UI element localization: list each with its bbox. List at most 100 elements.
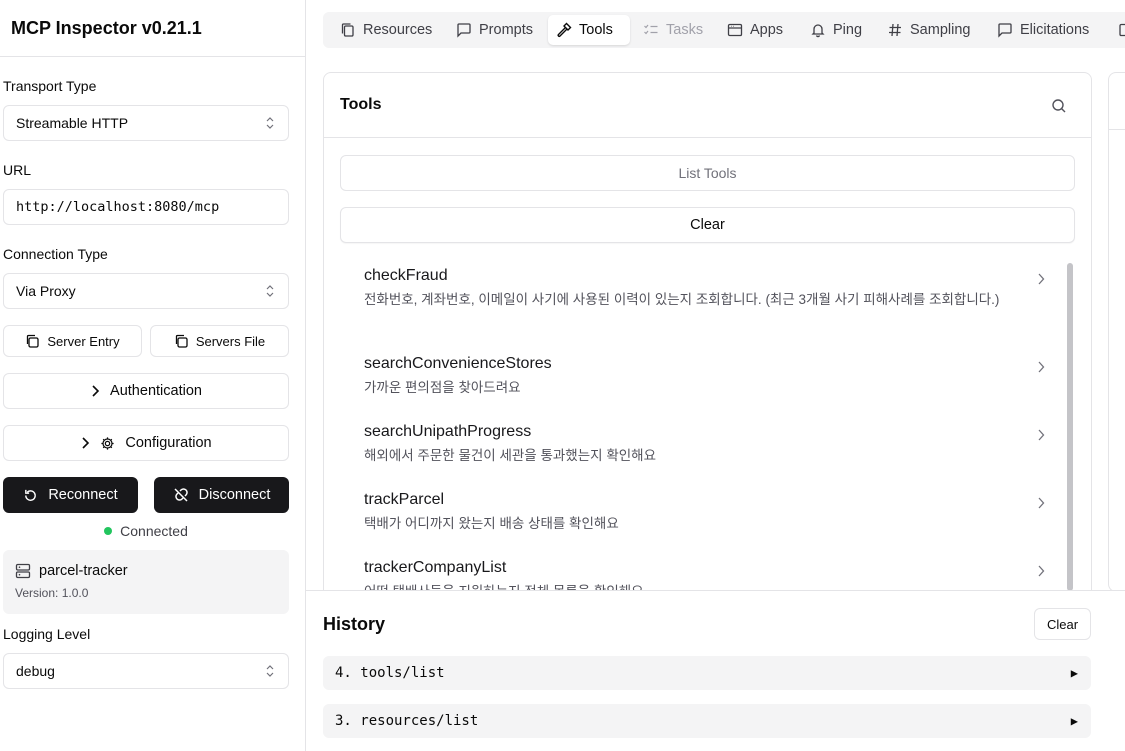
tab-tasks: Tasks	[635, 15, 711, 45]
tool-name: searchConvenienceStores	[364, 355, 552, 372]
bell-icon	[811, 24, 825, 38]
transport-type-select[interactable]: Streamable HTTP	[3, 105, 289, 141]
server-info-card: parcel-tracker Version: 1.0.0	[3, 550, 289, 614]
transport-type-value: Streamable HTTP	[16, 115, 129, 131]
servers-file-button[interactable]: Servers File	[150, 325, 289, 357]
resources-icon	[341, 23, 354, 37]
sidebar: MCP Inspector v0.21.1 Transport Type Str…	[0, 0, 306, 751]
reconnect-button[interactable]: Reconnect	[3, 477, 138, 513]
history-item[interactable]: 4. tools/list ▶	[323, 656, 1091, 690]
reconnect-label: Reconnect	[48, 487, 118, 503]
tool-name: searchUnipathProgress	[364, 423, 532, 440]
server-entry-button[interactable]: Server Entry	[3, 325, 142, 357]
chevron-right-icon	[1038, 429, 1045, 441]
tab-elicitations[interactable]: Elicitations	[989, 15, 1097, 45]
tab-overflow[interactable]	[1109, 15, 1125, 45]
scrollbar-thumb[interactable]	[1067, 263, 1073, 591]
rotate-ccw-icon	[25, 489, 37, 501]
tool-detail-panel	[1108, 72, 1125, 592]
tab-label: Tasks	[666, 22, 704, 38]
history-item-label: 4. tools/list	[335, 665, 445, 681]
clear-history-button[interactable]: Clear	[1034, 608, 1091, 640]
tools-panel: Tools List Tools Clear checkFraud 전화번호, …	[323, 72, 1092, 612]
tab-ping[interactable]: Ping	[802, 15, 870, 45]
tool-item-checkfraud[interactable]: checkFraud 전화번호, 계좌번호, 이메일이 사기에 사용된 이력이 …	[340, 267, 1055, 310]
chevrons-up-down-icon	[266, 285, 274, 297]
history-panel: History Clear 4. tools/list ▶ 3. resourc…	[306, 590, 1125, 751]
chevron-right-icon	[1038, 273, 1045, 285]
tab-label: Prompts	[479, 22, 533, 38]
status-dot	[104, 527, 113, 535]
tab-prompts[interactable]: Prompts	[448, 15, 541, 45]
hash-icon	[889, 23, 901, 37]
tab-tools[interactable]: Tools	[548, 15, 630, 45]
url-label: URL	[3, 162, 32, 178]
list-checks-icon	[644, 24, 658, 35]
tool-name: trackParcel	[364, 491, 445, 508]
chevron-right-icon	[1038, 565, 1045, 577]
server-version: Version: 1.0.0	[15, 586, 89, 600]
list-tools-button[interactable]: List Tools	[340, 155, 1075, 191]
copy-icon	[27, 334, 40, 348]
tool-item-trackparcel[interactable]: trackParcel 택배가 어디까지 왔는지 배송 상태를 확인해요	[340, 491, 1055, 534]
expand-triangle-icon: ▶	[1070, 714, 1078, 728]
chevron-right-icon	[92, 385, 100, 397]
copy-icon	[175, 334, 188, 348]
expand-triangle-icon: ▶	[1070, 666, 1078, 680]
connection-type-value: Via Proxy	[16, 283, 76, 299]
connection-type-label: Connection Type	[3, 246, 108, 262]
history-item[interactable]: 3. resources/list ▶	[323, 704, 1091, 738]
tab-label: Tools	[579, 22, 613, 38]
logging-level-value: debug	[16, 663, 55, 679]
message-square-icon	[998, 23, 1012, 38]
tab-label: Ping	[833, 22, 863, 38]
status-text: Connected	[120, 523, 188, 539]
tool-description: 전화번호, 계좌번호, 이메일이 사기에 사용된 이력이 있는지 조회합니다. …	[364, 292, 1000, 307]
authentication-button[interactable]: Authentication	[3, 373, 289, 409]
tool-description: 택배가 어디까지 왔는지 배송 상태를 확인해요	[364, 516, 619, 531]
tool-detail-header	[1109, 73, 1125, 130]
history-title: History	[323, 614, 386, 634]
tab-label: Sampling	[910, 22, 971, 38]
tool-description: 해외에서 주문한 물건이 세관을 통과했는지 확인해요	[364, 448, 656, 463]
history-item-label: 3. resources/list	[335, 713, 479, 729]
app-window-icon	[727, 23, 743, 37]
app-title: MCP Inspector v0.21.1	[11, 17, 202, 38]
configuration-label: Configuration	[125, 435, 212, 451]
sidebar-header: MCP Inspector v0.21.1	[0, 0, 305, 57]
gear-icon	[101, 436, 114, 450]
url-input[interactable]: http://localhost:8080/mcp	[3, 189, 289, 225]
tools-header: Tools	[324, 73, 1091, 138]
server-entry-label: Server Entry	[47, 333, 120, 349]
logging-level-label: Logging Level	[3, 626, 91, 642]
server-name: parcel-tracker	[39, 563, 128, 579]
connection-type-select[interactable]: Via Proxy	[3, 273, 289, 309]
tool-description: 가까운 편의점을 찾아드려요	[364, 380, 521, 395]
disconnect-button[interactable]: Disconnect	[154, 477, 289, 513]
connection-status: Connected	[3, 523, 289, 539]
configuration-button[interactable]: Configuration	[3, 425, 289, 461]
tools-title: Tools	[340, 96, 382, 113]
chevron-right-icon	[1038, 361, 1045, 373]
tab-sampling[interactable]: Sampling	[879, 15, 978, 45]
search-icon[interactable]	[1051, 98, 1067, 114]
tab-label: Elicitations	[1020, 22, 1090, 38]
tool-list: checkFraud 전화번호, 계좌번호, 이메일이 사기에 사용된 이력이 …	[340, 259, 1075, 591]
authentication-label: Authentication	[110, 383, 202, 399]
clear-tools-button[interactable]: Clear	[340, 207, 1075, 243]
server-icon	[15, 563, 31, 579]
message-square-icon	[457, 23, 471, 38]
tab-label: Apps	[750, 22, 784, 38]
tool-item-searchconveniencestores[interactable]: searchConvenienceStores 가까운 편의점을 찾아드려요	[340, 355, 1055, 398]
chevron-right-icon	[82, 437, 90, 449]
tab-resources[interactable]: Resources	[332, 15, 440, 45]
chevrons-up-down-icon	[266, 665, 274, 677]
tab-apps[interactable]: Apps	[719, 15, 791, 45]
tool-list-scrollbar[interactable]	[1065, 259, 1075, 591]
tool-item-trackercompanylist[interactable]: trackerCompanyList 어떤 택배사들을 지원하는지 전체 목록을…	[340, 559, 1055, 591]
tool-name: checkFraud	[364, 267, 448, 284]
logging-level-select[interactable]: debug	[3, 653, 289, 689]
more-tab-icon	[1119, 23, 1125, 37]
chevron-right-icon	[1038, 497, 1045, 509]
tool-item-searchunipathprogress[interactable]: searchUnipathProgress 해외에서 주문한 물건이 세관을 통…	[340, 423, 1055, 466]
